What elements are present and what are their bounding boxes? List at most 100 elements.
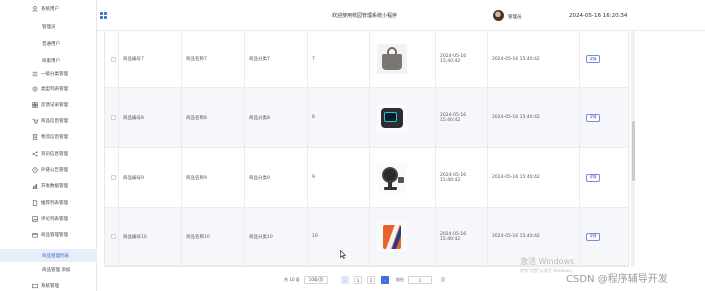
grid-icon — [31, 102, 38, 109]
gear-icon — [31, 283, 38, 290]
sidebar-item-label: 商品管理列表 — [42, 253, 69, 259]
detail-button[interactable]: 详情 — [586, 55, 600, 63]
product-name: 商品名称8 — [186, 115, 207, 121]
product-image-cell — [370, 208, 436, 265]
sidebar-item-label: 一级分类管理 — [41, 72, 68, 77]
detail-button[interactable]: 详情 — [586, 113, 600, 122]
sidebar-item-recommend[interactable]: 推荐列表管理 — [0, 197, 97, 209]
product-stock: 10 — [312, 234, 318, 239]
action-cell: 详情 — [580, 31, 628, 87]
row-checkbox[interactable] — [111, 56, 116, 62]
action-cell: 详情 — [580, 148, 628, 207]
sidebar-item-comments[interactable]: 评论列表管理 — [0, 213, 97, 225]
product-table: 商品编号7 商品名称7 商品分类7 7 2024-05-16 15:40:42 … — [104, 31, 629, 267]
table-row: 商品编号9 商品名称9 商品分类9 9 2024-05-16 15:40:42 … — [105, 148, 628, 208]
product-name-cell: 商品名称9 — [182, 148, 245, 207]
sidebar-item-system-users[interactable]: 系统用户 — [0, 3, 97, 15]
page-button-2[interactable]: 2 — [367, 276, 375, 284]
table-scrollbar[interactable] — [631, 31, 635, 267]
next-page-button[interactable]: › — [381, 276, 389, 284]
page-size-select[interactable]: 10条/页 — [304, 276, 328, 284]
row-checkbox[interactable] — [111, 234, 116, 239]
sidebar-item-label: 商品管理 添加 — [42, 268, 71, 273]
sidebar-item-category[interactable]: 一级分类管理 — [0, 68, 97, 80]
product-image-cell — [370, 31, 436, 87]
sidebar-item-news[interactable]: 资讯信息管理 — [0, 148, 97, 160]
image-icon — [31, 216, 38, 223]
sidebar-item-feedback[interactable]: 反馈记录管理 — [0, 99, 97, 111]
product-stock: 7 — [312, 56, 315, 62]
product-image-bag[interactable] — [377, 44, 407, 74]
sidebar-item-admin[interactable]: 管理员 — [0, 21, 97, 33]
product-image-cell — [370, 148, 436, 207]
detail-button[interactable]: 详情 — [586, 232, 600, 241]
share-icon — [31, 151, 38, 158]
prev-page-button[interactable]: ‹ — [341, 276, 349, 284]
created-time-cell: 2024-05-16 15:40:42 — [436, 208, 488, 265]
product-image-fan[interactable] — [377, 162, 407, 193]
product-category-cell: 商品分类9 — [245, 148, 308, 207]
mouse-cursor-icon — [340, 249, 347, 261]
sidebar-item-label: 资讯信息管理 — [41, 152, 68, 157]
created-time: 2024-05-16 15:40:42 — [440, 54, 467, 64]
sidebar-item-label: 普通用户 — [42, 42, 60, 47]
sidebar-item-normal-users[interactable]: 普通用户 — [0, 38, 97, 50]
table-row: 商品编号7 商品名称7 商品分类7 7 2024-05-16 15:40:42 … — [105, 31, 628, 88]
updated-time-cell: 2024-05-16 15:40:42 — [488, 31, 580, 87]
user-name[interactable]: 管理员 — [508, 14, 522, 20]
sidebar-item-product-mgmt[interactable]: 商品管理管理 — [0, 229, 97, 241]
page-button-1[interactable]: 1 — [354, 276, 362, 284]
sidebar-item-label: 类型列表管理 — [41, 87, 68, 92]
avatar[interactable] — [493, 10, 504, 21]
created-time: 2024-05-16 15:40:42 — [440, 231, 467, 242]
updated-time-cell: 2024-05-16 15:40:42 — [488, 88, 580, 147]
goto-label: 前往 — [396, 277, 404, 282]
product-code: 商品编号9 — [123, 175, 144, 181]
product-stock-cell: 7 — [308, 31, 370, 87]
sidebar-item-dev-data[interactable]: 开发数据管理 — [0, 180, 97, 192]
sidebar-item-label: 外链公告管理 — [41, 168, 68, 173]
product-name: 商品名称9 — [186, 175, 207, 181]
menu-grid-icon[interactable] — [100, 12, 107, 19]
detail-button[interactable]: 详情 — [586, 173, 600, 182]
settings-icon — [31, 86, 38, 93]
sidebar-item-system[interactable]: 系统管理 — [0, 280, 97, 291]
product-category-cell: 商品分类10 — [245, 208, 308, 265]
product-code: 商品编号8 — [123, 115, 144, 121]
sidebar-item-product-add[interactable]: 商品管理 添加 — [0, 264, 97, 276]
created-time-cell: 2024-05-16 15:40:42 — [436, 148, 488, 207]
goto-page-input[interactable]: 1 — [408, 276, 432, 284]
product-image-phone[interactable] — [377, 221, 407, 252]
sidebar: 系统用户 管理员 普通用户 商家用户 一级分类管理 类型列表管理 反馈记录管理 … — [0, 0, 97, 291]
product-name-cell: 商品名称10 — [182, 208, 245, 265]
row-checkbox[interactable] — [111, 115, 116, 120]
csdn-watermark: CSDN @程序辅导开发 — [566, 274, 668, 285]
product-code-cell: 商品编号9 — [119, 148, 182, 207]
created-time: 2024-05-16 15:40:42 — [440, 172, 467, 183]
sidebar-item-type-list[interactable]: 类型列表管理 — [0, 83, 97, 95]
list-icon — [31, 71, 38, 78]
user-icon — [31, 6, 38, 13]
created-time: 2024-05-16 15:40:42 — [440, 112, 467, 123]
product-code-cell: 商品编号8 — [119, 88, 182, 147]
sidebar-item-logistics[interactable]: 物流信息管理 — [0, 131, 97, 143]
product-code: 商品编号7 — [123, 57, 144, 62]
row-checkbox[interactable] — [111, 175, 116, 180]
product-image-monitor[interactable] — [377, 102, 407, 133]
sidebar-item-product-info[interactable]: 商品信息管理 — [0, 115, 97, 127]
updated-time: 2024-05-16 15:40:42 — [492, 175, 540, 180]
document-icon — [31, 134, 38, 141]
file-icon — [31, 200, 38, 207]
product-category-cell: 商品分类8 — [245, 88, 308, 147]
sidebar-item-merchant-users[interactable]: 商家用户 — [0, 55, 97, 67]
action-cell: 详情 — [580, 88, 628, 147]
sidebar-item-announcements[interactable]: 外链公告管理 — [0, 164, 97, 176]
updated-time-cell: 2024-05-16 15:40:42 — [488, 148, 580, 207]
product-stock-cell: 9 — [308, 148, 370, 207]
product-code-cell: 商品编号7 — [119, 31, 182, 87]
sidebar-item-product-list[interactable]: 商品管理列表 — [0, 249, 97, 262]
scrollbar-thumb[interactable] — [631, 121, 635, 181]
product-image-cell — [370, 88, 436, 147]
product-category: 商品分类9 — [249, 175, 270, 181]
windows-activation-title: 激活 Windows — [520, 257, 575, 266]
